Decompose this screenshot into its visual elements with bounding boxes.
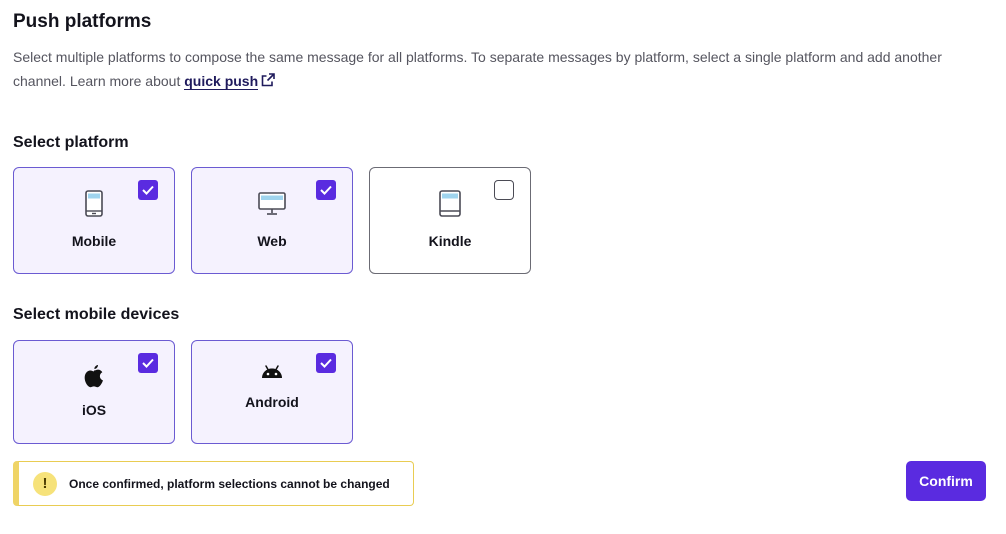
kindle-checkbox[interactable] [494,180,514,200]
warning-banner: ! Once confirmed, platform selections ca… [13,461,414,506]
page-title: Push platforms [13,11,152,32]
platform-card-web[interactable]: Web [191,167,353,274]
select-platform-heading: Select platform [13,134,129,151]
device-card-android[interactable]: Android [191,340,353,444]
warning-exclamation-icon: ! [33,471,57,496]
mobile-device-icon [85,190,103,217]
ios-checkbox[interactable] [138,353,158,373]
android-checkbox[interactable] [316,353,336,373]
checkmark-icon [320,185,332,195]
mobile-label: Mobile [71,233,117,249]
description-text: Select multiple platforms to compose the… [13,49,942,89]
page-description: Select multiple platforms to compose the… [13,45,963,93]
checkmark-icon [142,185,154,195]
web-label: Web [257,233,287,249]
confirm-button[interactable]: Confirm [906,461,986,501]
select-mobile-devices-heading: Select mobile devices [13,306,180,323]
mobile-checkbox[interactable] [138,180,158,200]
web-checkbox[interactable] [316,180,336,200]
quick-push-link[interactable]: quick push [184,73,259,90]
ios-label: iOS [81,402,107,418]
checkmark-icon [142,358,154,368]
android-icon [262,365,282,378]
android-label: Android [245,394,299,410]
external-link-icon[interactable] [261,73,275,87]
platform-card-kindle[interactable]: Kindle [369,167,531,274]
warning-text: Once confirmed, platform selections cann… [69,476,390,491]
apple-icon [84,365,103,388]
kindle-label: Kindle [428,233,472,249]
device-card-ios[interactable]: iOS [13,340,175,444]
desktop-monitor-icon [258,192,286,215]
checkmark-icon [320,358,332,368]
kindle-tablet-icon [439,190,461,217]
platform-card-mobile[interactable]: Mobile [13,167,175,274]
